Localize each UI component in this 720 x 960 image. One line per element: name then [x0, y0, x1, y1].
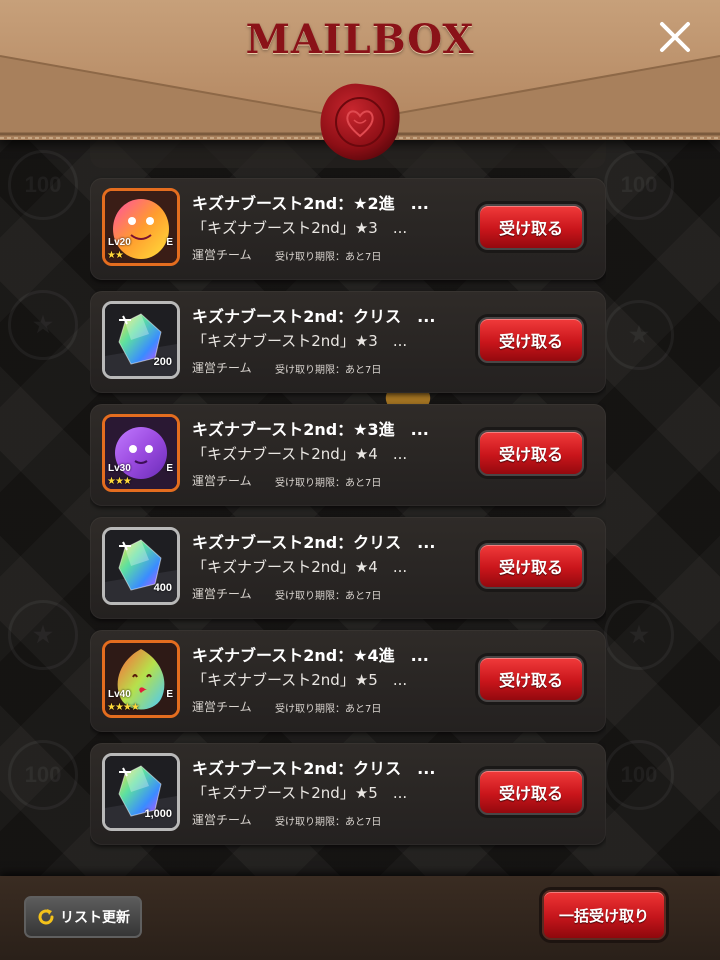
rarity-stars: ★★	[107, 250, 124, 261]
receive-button[interactable]: 受け取る	[478, 769, 584, 815]
coin-100-icon: 100	[8, 150, 78, 220]
rarity-stars: ★★★	[107, 476, 132, 487]
page-title: MAILBOX	[245, 16, 475, 63]
receive-button[interactable]: 受け取る	[478, 656, 584, 702]
mail-description: 「キズナブースト2nd」★5 ...	[192, 671, 408, 689]
level-label: Lv40	[108, 689, 131, 700]
mail-list[interactable]: Lv20 E ★★ キズナブースト2nd：★2進 ... 「キズナブースト2nd…	[90, 130, 606, 865]
mail-expiry: 受け取り期限：あと7日	[275, 817, 382, 828]
mail-sender: 運営チーム	[192, 813, 252, 827]
reward-thumbnail: 200	[102, 301, 180, 379]
mail-expiry: 受け取り期限：あと7日	[275, 252, 382, 263]
mail-sender: 運営チーム	[192, 700, 252, 714]
receive-button[interactable]: 受け取る	[478, 430, 584, 476]
footer-bar: リスト更新 一括受け取り	[0, 876, 720, 960]
mail-expiry: 受け取り期限：あと7日	[275, 365, 382, 376]
reward-thumbnail: Lv30 E ★★★	[102, 414, 180, 492]
mail-description: 「キズナブースト2nd」★3 ...	[192, 219, 408, 237]
reward-thumbnail: Lv20 E ★★	[102, 188, 180, 266]
rarity-stars: ★★★★	[107, 702, 140, 713]
reward-quantity: 400	[153, 582, 172, 594]
mail-title: キズナブースト2nd：★2進 ...	[192, 194, 429, 213]
reward-quantity: 1,000	[144, 808, 172, 820]
star-coin-icon: ★	[8, 600, 78, 670]
close-icon[interactable]	[652, 14, 698, 60]
receive-all-button[interactable]: 一括受け取り	[542, 890, 666, 940]
refresh-icon	[38, 909, 54, 925]
receive-button[interactable]: 受け取る	[478, 317, 584, 363]
mail-sender: 運営チーム	[192, 587, 252, 601]
mail-card: Lv30 E ★★★ キズナブースト2nd：★3進 ... 「キズナブースト2n…	[90, 404, 606, 506]
mail-sender: 運営チーム	[192, 474, 252, 488]
receive-button[interactable]: 受け取る	[478, 204, 584, 250]
mail-title: キズナブースト2nd：クリス ...	[192, 533, 436, 552]
star-coin-icon: ★	[604, 600, 674, 670]
mail-title: キズナブースト2nd：★3進 ...	[192, 420, 429, 439]
reward-quantity: 200	[153, 356, 172, 368]
level-label: Lv30	[108, 463, 131, 474]
mail-sender: 運営チーム	[192, 361, 252, 375]
mail-description: 「キズナブースト2nd」★5 ...	[192, 784, 408, 802]
receive-button[interactable]: 受け取る	[478, 543, 584, 589]
coin-100-icon: 100	[604, 740, 674, 810]
mail-description: 「キズナブースト2nd」★4 ...	[192, 445, 408, 463]
level-label: Lv20	[108, 237, 131, 248]
mail-title: キズナブースト2nd：★4進 ...	[192, 646, 429, 665]
mail-description: 「キズナブースト2nd」★3 ...	[192, 332, 408, 350]
refresh-list-button[interactable]: リスト更新	[24, 896, 142, 938]
mail-expiry: 受け取り期限：あと7日	[275, 591, 382, 602]
star-coin-icon: ★	[604, 300, 674, 370]
mail-expiry: 受け取り期限：あと7日	[275, 478, 382, 489]
coin-100-icon: 100	[604, 150, 674, 220]
reward-thumbnail: 1,000	[102, 753, 180, 831]
coin-100-icon: 100	[8, 740, 78, 810]
mail-title: キズナブースト2nd：クリス ...	[192, 759, 436, 778]
mail-description: 「キズナブースト2nd」★4 ...	[192, 558, 408, 576]
mail-expiry: 受け取り期限：あと7日	[275, 704, 382, 715]
reward-thumbnail: 400	[102, 527, 180, 605]
refresh-list-label: リスト更新	[60, 910, 130, 926]
element-label: E	[166, 689, 173, 700]
element-label: E	[166, 463, 173, 474]
star-coin-icon: ★	[8, 290, 78, 360]
element-label: E	[166, 237, 173, 248]
heart-wax-seal-icon	[320, 83, 400, 161]
reward-thumbnail: Lv40 E ★★★★	[102, 640, 180, 718]
mail-card: 200 キズナブースト2nd：クリス ... 「キズナブースト2nd」★3 ..…	[90, 291, 606, 393]
mail-card: 1,000 キズナブースト2nd：クリス ... 「キズナブースト2nd」★5 …	[90, 743, 606, 845]
mail-card: Lv20 E ★★ キズナブースト2nd：★2進 ... 「キズナブースト2nd…	[90, 178, 606, 280]
mail-card: Lv40 E ★★★★ キズナブースト2nd：★4進 ... 「キズナブースト2…	[90, 630, 606, 732]
mail-sender: 運営チーム	[192, 248, 252, 262]
mail-card: 400 キズナブースト2nd：クリス ... 「キズナブースト2nd」★4 ..…	[90, 517, 606, 619]
mail-title: キズナブースト2nd：クリス ...	[192, 307, 436, 326]
